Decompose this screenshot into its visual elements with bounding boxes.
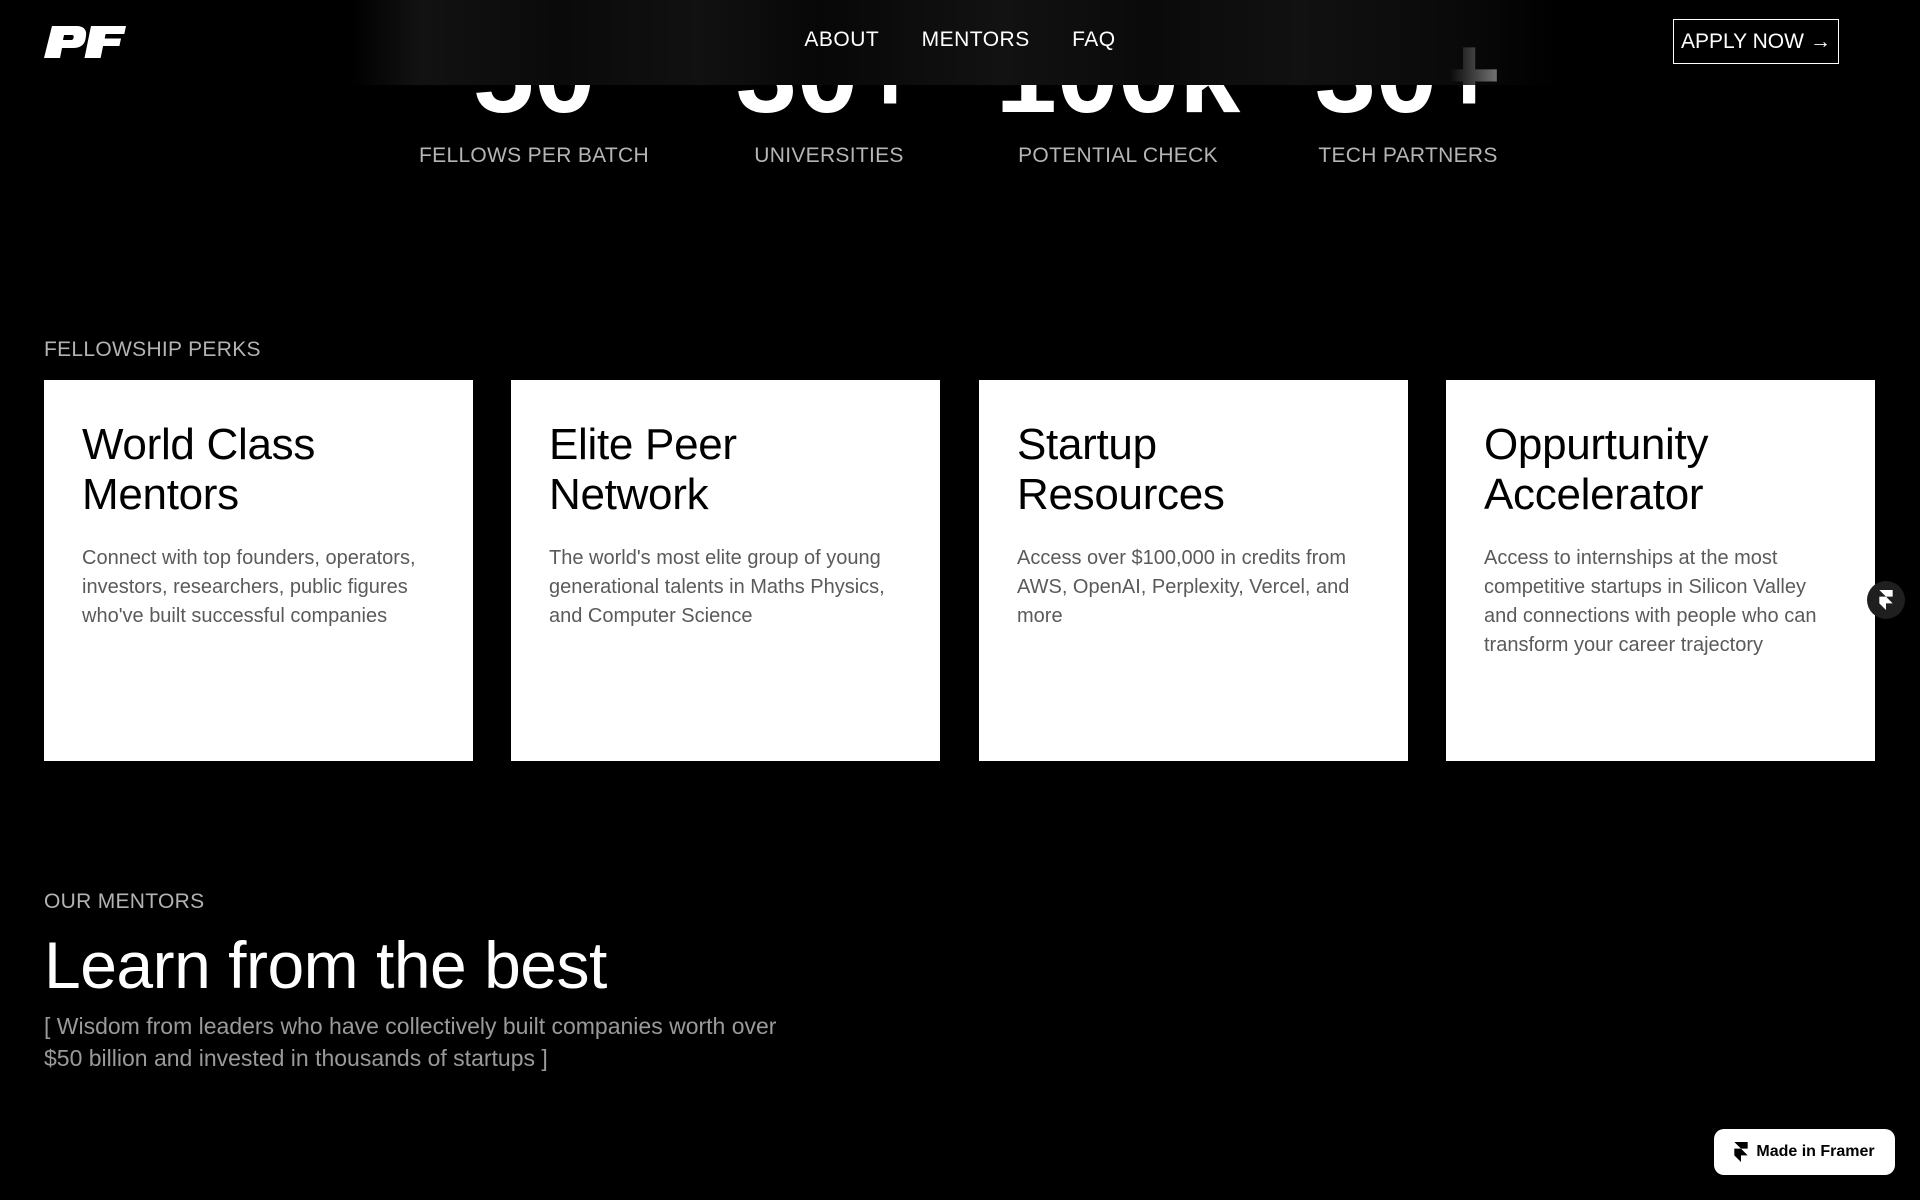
perk-card-network: Elite Peer Network The world's most elit… xyxy=(511,380,940,761)
perk-card-title: Elite Peer Network xyxy=(549,420,902,520)
stat-label: POTENTIAL CHECK xyxy=(1018,144,1218,167)
mentors-subtitle-line: [ Wisdom from leaders who have collectiv… xyxy=(44,1013,777,1039)
nav-about[interactable]: ABOUT xyxy=(804,28,879,52)
mentors-eyebrow: OUR MENTORS xyxy=(44,890,205,913)
framer-icon xyxy=(1734,1142,1749,1162)
perk-title-line: Resources xyxy=(1017,470,1225,519)
made-in-framer-badge[interactable]: Made in Framer xyxy=(1714,1129,1895,1175)
arrow-right-icon: → xyxy=(1809,29,1831,53)
perk-card-title: Oppurtunity Accelerator xyxy=(1484,420,1837,520)
perk-card-title: Startup Resources xyxy=(1017,420,1370,520)
mentors-subtitle: [ Wisdom from leaders who have collectiv… xyxy=(44,1010,844,1074)
perk-card-resources: Startup Resources Access over $100,000 i… xyxy=(979,380,1408,761)
perk-title-line: Accelerator xyxy=(1484,470,1704,519)
stat-label: FELLOWS PER BATCH xyxy=(419,144,649,167)
perk-card-body: The world's most elite group of young ge… xyxy=(549,547,885,627)
made-in-framer-label: Made in Framer xyxy=(1756,1143,1875,1160)
framer-icon xyxy=(1879,590,1893,610)
perk-card-body: Access to internships at the most compet… xyxy=(1484,547,1817,656)
perk-title-line: Oppurtunity xyxy=(1484,420,1709,469)
perk-title-line: Elite Peer xyxy=(549,420,737,469)
perk-card-body: Connect with top founders, operators, in… xyxy=(82,547,416,627)
stat-label: UNIVERSITIES xyxy=(754,144,904,167)
perk-card-body: Access over $100,000 in credits from AWS… xyxy=(1017,547,1350,627)
perk-title-line: Network xyxy=(549,470,709,519)
mentors-subtitle-line: $50 billion and invested in thousands of… xyxy=(44,1045,548,1071)
nav-faq[interactable]: FAQ xyxy=(1072,28,1116,52)
main-nav: ABOUT MENTORS FAQ xyxy=(0,28,1920,52)
nav-mentors[interactable]: MENTORS xyxy=(922,28,1030,52)
perk-card-accelerator: Oppurtunity Accelerator Access to intern… xyxy=(1446,380,1875,761)
perk-card-title: World Class Mentors xyxy=(82,420,435,520)
apply-now-button[interactable]: APPLY NOW → xyxy=(1673,19,1839,64)
apply-now-label: APPLY NOW xyxy=(1681,29,1804,53)
site-header: ABOUT MENTORS FAQ APPLY NOW → xyxy=(0,0,1920,85)
perk-title-line: World Class xyxy=(82,420,316,469)
perks-eyebrow: FELLOWSHIP PERKS xyxy=(44,338,261,361)
stat-label: TECH PARTNERS xyxy=(1318,144,1498,167)
perk-title-line: Startup xyxy=(1017,420,1157,469)
perk-title-line: Mentors xyxy=(82,470,239,519)
framer-floating-button[interactable] xyxy=(1867,581,1905,619)
mentors-title: Learn from the best xyxy=(44,928,607,1002)
perk-card-mentors: World Class Mentors Connect with top fou… xyxy=(44,380,473,761)
